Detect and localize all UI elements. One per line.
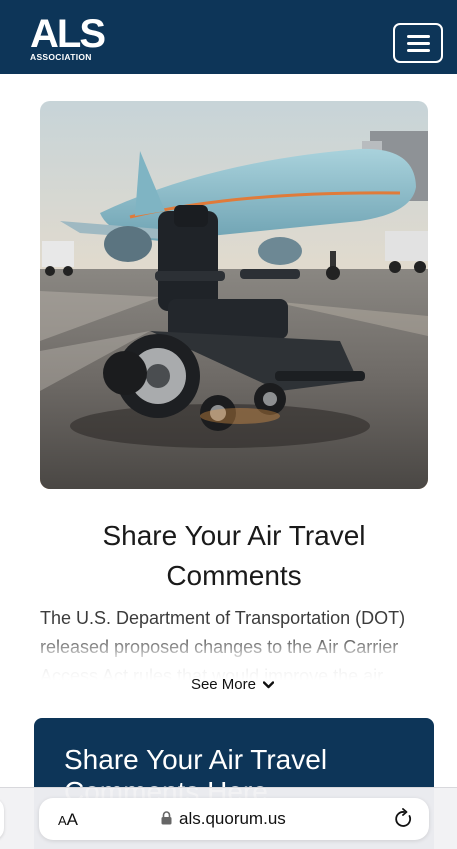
url-text: als.quorum.us (179, 809, 286, 828)
chevron-down-icon (260, 680, 275, 692)
als-logo[interactable]: ALS ASSOCIATION (30, 12, 106, 62)
text-fade-overlay (40, 634, 428, 680)
previous-tab-edge[interactable] (0, 798, 4, 840)
aa-small: A (58, 813, 67, 828)
text-size-button[interactable]: AA (58, 810, 78, 830)
site-header: ALS ASSOCIATION (0, 0, 457, 74)
logo-main-text: ALS (30, 12, 106, 56)
browser-toolbar: AA als.quorum.us (0, 787, 457, 849)
hero-image (40, 101, 428, 489)
menu-bar-bottom (407, 49, 430, 52)
page: ALS ASSOCIATION Share Your Air Travel Co… (0, 0, 457, 849)
see-more-button[interactable]: See More (0, 676, 457, 693)
menu-bar-middle (407, 42, 430, 45)
aa-big: A (66, 810, 79, 829)
article-title: Share Your Air Travel Comments (102, 520, 366, 591)
see-more-label: See More (190, 676, 256, 693)
address-bar[interactable]: AA als.quorum.us (39, 798, 429, 840)
lock-icon (161, 810, 172, 830)
reload-icon[interactable] (394, 808, 414, 835)
hamburger-menu-button[interactable] (393, 23, 443, 63)
url-display[interactable]: als.quorum.us (161, 809, 286, 830)
menu-bar-top (407, 35, 430, 38)
